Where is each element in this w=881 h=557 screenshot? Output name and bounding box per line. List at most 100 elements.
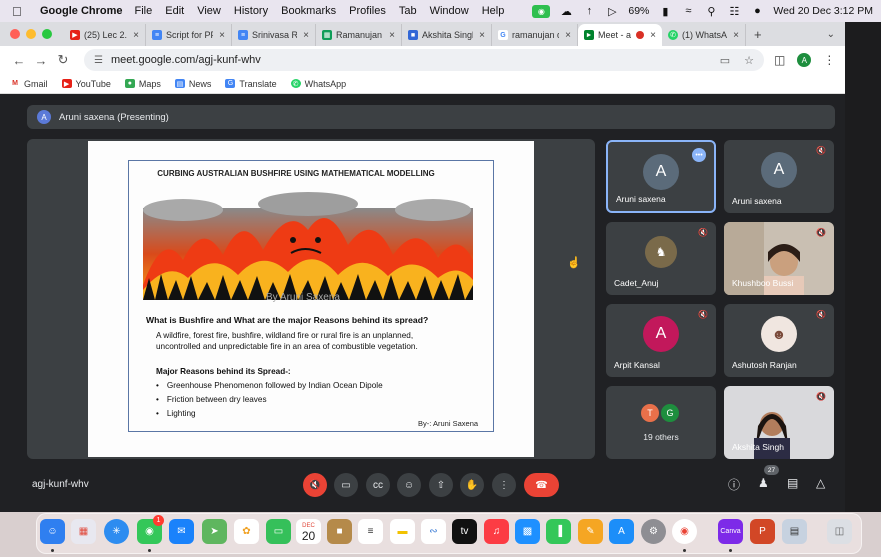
safari-icon[interactable]: ✳ — [104, 519, 129, 544]
app-store-icon[interactable]: A — [609, 519, 634, 544]
menu-window[interactable]: Window — [430, 5, 469, 17]
menu-history[interactable]: History — [234, 5, 268, 17]
address-url[interactable]: meet.google.com/agj-kunf-whv — [111, 54, 261, 66]
present-screen-button[interactable]: ⇧ — [429, 473, 453, 497]
bookmark-maps[interactable]: ● Maps — [124, 79, 161, 89]
close-tab-icon[interactable]: × — [565, 30, 571, 41]
zoom-window-button[interactable] — [42, 29, 52, 39]
close-window-button[interactable] — [10, 29, 20, 39]
powerpoint-icon[interactable]: P — [750, 519, 775, 544]
captions-button[interactable]: cc — [366, 473, 390, 497]
facetime-camera-icon[interactable]: ◉ — [532, 4, 551, 18]
people-icon[interactable]: ♟ — [758, 476, 769, 490]
menubar-clock[interactable]: Wed 20 Dec 3:12 PM — [773, 5, 873, 17]
trash-icon[interactable]: ◫ — [827, 519, 852, 544]
reload-icon[interactable]: ↻ — [52, 52, 74, 68]
chrome-dock-icon[interactable]: ◉ — [672, 519, 697, 544]
menu-file[interactable]: File — [135, 5, 153, 17]
close-tab-icon[interactable]: × — [219, 30, 225, 41]
bookmark-star-icon[interactable]: ☆ — [744, 54, 754, 67]
wifi-icon[interactable]: ≈ — [681, 5, 695, 17]
leave-call-button[interactable]: ☎ — [524, 473, 559, 497]
menu-view[interactable]: View — [197, 5, 221, 17]
emoji-reaction-button[interactable]: ☺ — [397, 473, 421, 497]
chat-icon[interactable]: ▤ — [787, 476, 798, 490]
finder-icon[interactable]: ☺ — [40, 519, 65, 544]
participant-tile-arpit[interactable]: A 🔇 Arpit Kansal — [606, 304, 716, 377]
apple-icon[interactable]:  — [12, 4, 26, 19]
tab-youtube-lec[interactable]: ▶(25) Lec 2.1× — [64, 24, 146, 46]
apple-tv-icon[interactable]: tv — [452, 519, 477, 544]
cast-icon[interactable]: ▭ — [720, 54, 730, 67]
numbers-icon[interactable]: ▐ — [546, 519, 571, 544]
tab-whatsapp[interactable]: ✆(1) WhatsApp× — [662, 24, 746, 46]
tab-google-search[interactable]: Gramanujan d × — [492, 24, 578, 46]
facetime-icon[interactable]: ▭ — [266, 519, 291, 544]
preview-icon[interactable]: ▤ — [782, 519, 807, 544]
participant-tile-others[interactable]: T G 19 others — [606, 386, 716, 459]
reminders-icon[interactable]: ≡ — [358, 519, 383, 544]
new-tab-button[interactable]: + — [754, 27, 762, 42]
music-icon[interactable]: ♫ — [484, 519, 509, 544]
raise-hand-button[interactable]: ✋ — [460, 473, 484, 497]
tab-srinivasa-docs[interactable]: ≡Srinivasa Ra× — [232, 24, 316, 46]
close-tab-icon[interactable]: × — [650, 30, 656, 41]
notes-icon[interactable]: ▬ — [390, 519, 415, 544]
tab-script-docs[interactable]: ≡ Script for PP × — [146, 24, 232, 46]
freeform-icon[interactable]: ∾ — [421, 519, 446, 544]
close-tab-icon[interactable]: × — [733, 30, 739, 41]
fork-icon[interactable]: ↑ — [582, 5, 596, 17]
calendar-icon[interactable]: DEC 20 — [296, 519, 321, 544]
tab-akshita-singh[interactable]: ■ Akshita Singh × — [402, 24, 492, 46]
participant-tile-aruni-presenting[interactable]: A ••• Aruni saxena — [606, 140, 716, 213]
control-center-icon[interactable]: ☷ — [727, 5, 741, 18]
bookmark-gmail[interactable]: M Gmail — [10, 79, 47, 89]
menu-edit[interactable]: Edit — [165, 5, 184, 17]
pages-icon[interactable]: ✎ — [578, 519, 603, 544]
menu-profiles[interactable]: Profiles — [349, 5, 386, 17]
minimize-window-button[interactable] — [26, 29, 36, 39]
menu-help[interactable]: Help — [482, 5, 505, 17]
profile-avatar[interactable]: A — [797, 53, 812, 67]
bookmark-translate[interactable]: G Translate — [225, 79, 277, 89]
spotlight-search-icon[interactable]: ⚲ — [704, 5, 718, 18]
menu-tab[interactable]: Tab — [399, 5, 417, 17]
more-options-button[interactable]: ⋮ — [492, 473, 516, 497]
mail-icon[interactable]: ✉ — [169, 519, 194, 544]
participant-tile-akshita[interactable]: 🔇 Akshita Singh — [724, 386, 834, 459]
address-bar[interactable]: ☰ meet.google.com/agj-kunf-whv ▭ ☆ — [84, 49, 764, 71]
close-tab-icon[interactable]: × — [303, 30, 309, 41]
bookmark-whatsapp[interactable]: ✆ WhatsApp — [290, 79, 346, 89]
participant-tile-ashutosh[interactable]: ☻ 🔇 Ashutosh Ranjan — [724, 304, 834, 377]
menu-bookmarks[interactable]: Bookmarks — [281, 5, 336, 17]
participant-tile-khushboo[interactable]: 🔇 Khushboo Bussi — [724, 222, 834, 295]
photos-icon[interactable]: ✿ — [234, 519, 259, 544]
tab-ramanujan[interactable]: ▦ Ramanujan × — [316, 24, 402, 46]
participant-tile-cadet-anuj[interactable]: ♞ 🔇 Cadet_Anuj — [606, 222, 716, 295]
tab-search-chevron-icon[interactable]: ⌄ — [827, 29, 835, 40]
chrome-menu-icon[interactable]: ⋮ — [823, 53, 835, 67]
close-tab-icon[interactable]: × — [479, 30, 485, 41]
site-info-icon[interactable]: ☰ — [94, 55, 103, 66]
launchpad-icon[interactable]: ▦ — [71, 519, 96, 544]
menubar-app-name[interactable]: Google Chrome — [40, 5, 123, 17]
meeting-info-icon[interactable]: ⓘ — [728, 476, 740, 493]
close-tab-icon[interactable]: × — [133, 30, 139, 41]
activities-icon[interactable]: △ — [816, 476, 825, 490]
cloud-icon[interactable]: ☁ — [559, 5, 573, 18]
tab-google-meet[interactable]: ► Meet - a × — [578, 24, 662, 46]
play-circle-icon[interactable]: ▷ — [605, 5, 619, 18]
battery-icon[interactable]: ▮ — [658, 5, 672, 18]
forward-arrow-icon[interactable]: → — [30, 53, 52, 68]
contacts-icon[interactable]: ■ — [327, 519, 352, 544]
bookmark-news[interactable]: ▤ News — [174, 79, 211, 89]
maps-app-icon[interactable]: ➤ — [202, 519, 227, 544]
siri-icon[interactable]: ● — [750, 5, 764, 17]
participant-tile-aruni[interactable]: A 🔇 Aruni saxena — [724, 140, 834, 213]
close-tab-icon[interactable]: × — [389, 30, 395, 41]
camera-toggle-button[interactable]: ▭ — [334, 473, 358, 497]
side-panel-icon[interactable]: ◫ — [774, 53, 785, 67]
keynote-icon[interactable]: ▩ — [515, 519, 540, 544]
mic-toggle-button[interactable]: 🔇 — [303, 473, 327, 497]
back-arrow-icon[interactable]: ← — [8, 53, 30, 68]
